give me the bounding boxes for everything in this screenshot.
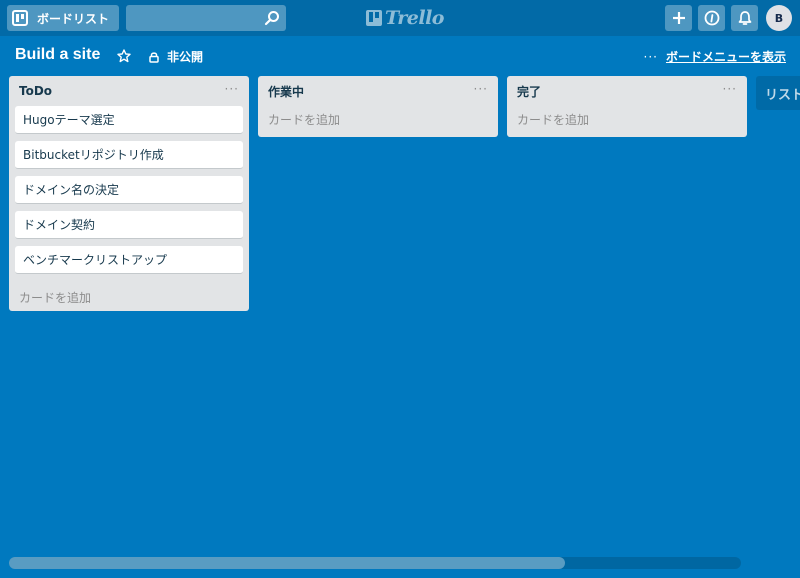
- star-icon[interactable]: [117, 49, 131, 63]
- list-header: ToDo ···: [9, 76, 249, 106]
- avatar[interactable]: B: [766, 5, 792, 31]
- horizontal-scrollbar[interactable]: [9, 557, 741, 569]
- list-menu-button[interactable]: ···: [723, 82, 737, 96]
- card[interactable]: ドメイン契約: [15, 211, 243, 239]
- notifications-button[interactable]: [731, 5, 758, 31]
- board-menu-link[interactable]: ··· ボードメニューを表示: [644, 48, 786, 65]
- card[interactable]: ドメイン名の決定: [15, 176, 243, 204]
- search-icon[interactable]: [264, 10, 280, 26]
- list-header: 完了 ···: [507, 76, 747, 106]
- add-list-button[interactable]: リストを追加: [756, 76, 800, 110]
- logo-text: Trello: [385, 7, 444, 29]
- search-input[interactable]: [126, 5, 286, 31]
- card[interactable]: Bitbucketリポジトリ作成: [15, 141, 243, 169]
- add-card-button[interactable]: カードを追加: [507, 103, 747, 135]
- plus-icon: [672, 12, 685, 24]
- scrollbar-thumb[interactable]: [9, 557, 566, 569]
- list-menu-button[interactable]: ···: [474, 82, 488, 96]
- visibility-toggle[interactable]: 非公開: [148, 48, 203, 65]
- info-button[interactable]: [698, 5, 725, 31]
- lock-icon: [149, 51, 159, 63]
- top-header: ボードリスト Trello B: [0, 0, 800, 36]
- list-todo: ToDo ··· Hugoテーマ選定 Bitbucketリポジトリ作成 ドメイン…: [9, 76, 249, 311]
- add-card-button[interactable]: カードを追加: [9, 281, 249, 313]
- boards-button-label: ボードリスト: [37, 11, 110, 26]
- add-button[interactable]: [665, 5, 692, 31]
- list-title[interactable]: 完了: [517, 83, 541, 100]
- list-title[interactable]: ToDo: [19, 84, 52, 98]
- list-title[interactable]: 作業中: [268, 83, 304, 100]
- boards-button[interactable]: ボードリスト: [7, 5, 119, 31]
- list-menu-button[interactable]: ···: [225, 82, 239, 96]
- bell-icon: [738, 11, 751, 25]
- info-icon: [704, 10, 719, 26]
- list-header: 作業中 ···: [258, 76, 498, 106]
- board-menu-dots: ···: [643, 49, 658, 64]
- visibility-label: 非公開: [167, 50, 204, 64]
- card[interactable]: Hugoテーマ選定: [15, 106, 243, 134]
- add-card-button[interactable]: カードを追加: [258, 103, 498, 135]
- board-title[interactable]: Build a site: [15, 46, 100, 64]
- card[interactable]: ベンチマークリストアップ: [15, 246, 243, 274]
- trello-logo-icon: [366, 10, 382, 26]
- trello-logo[interactable]: Trello: [366, 6, 444, 30]
- board-menu-label: ボードメニューを表示: [665, 50, 786, 64]
- list-doing: 作業中 ··· カードを追加: [258, 76, 498, 137]
- boards-icon: [12, 10, 28, 26]
- list-done: 完了 ··· カードを追加: [507, 76, 747, 137]
